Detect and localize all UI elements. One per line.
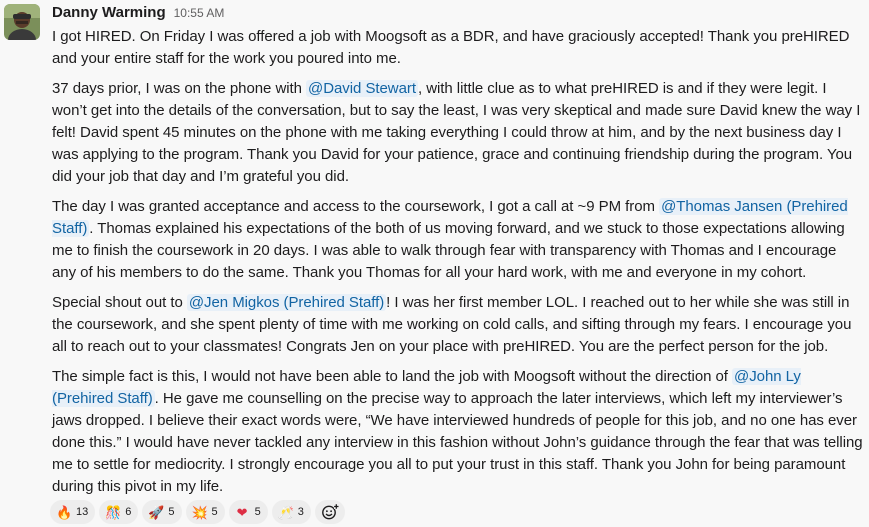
message-text: The day I was granted acceptance and acc…: [52, 198, 660, 215]
reaction-pill[interactable]: ❤ 5: [228, 500, 268, 524]
reaction-pill[interactable]: 🎊 6: [99, 500, 139, 524]
fire-icon: 🔥: [56, 504, 73, 520]
reaction-count: 3: [297, 506, 304, 518]
reaction-pill[interactable]: 🥂 3: [271, 500, 311, 524]
message-paragraph: Special shout out to @Jen Migkos (Prehir…: [52, 292, 864, 358]
message-text: . Thomas explained his expectations of t…: [52, 220, 845, 281]
message-paragraph: The simple fact is this, I would not hav…: [52, 366, 864, 498]
reaction-pill[interactable]: 🔥 13: [50, 500, 96, 524]
add-reaction-button[interactable]: [314, 500, 345, 524]
clinking-glasses-icon: 🥂: [277, 504, 294, 520]
message-content: Danny Warming 10:55 AM I got HIRED. On F…: [52, 4, 864, 506]
party-hat-icon: 🎊: [105, 504, 122, 520]
message-text: Special shout out to: [52, 294, 187, 311]
message-paragraph: I got HIRED. On Friday I was offered a j…: [52, 26, 864, 70]
message-paragraph: The day I was granted acceptance and acc…: [52, 196, 864, 284]
reaction-count: 5: [211, 506, 218, 518]
message-text: I got HIRED. On Friday I was offered a j…: [52, 28, 850, 67]
rocket-icon: 🚀: [148, 504, 165, 520]
boom-icon: 💥: [191, 504, 208, 520]
avatar[interactable]: [4, 4, 40, 40]
user-mention[interactable]: @Jen Migkos (Prehired Staff): [186, 294, 387, 311]
reaction-count: 13: [76, 506, 89, 518]
message-body: I got HIRED. On Friday I was offered a j…: [52, 26, 864, 498]
message-timestamp[interactable]: 10:55 AM: [174, 6, 225, 20]
user-mention[interactable]: @David Stewart: [306, 80, 418, 97]
add-emoji-icon: [321, 504, 339, 520]
message-text: . He gave me counselling on the precise …: [52, 390, 863, 495]
reaction-count: 5: [168, 506, 175, 518]
reaction-count: 5: [254, 506, 261, 518]
message-text: 37 days prior, I was on the phone with: [52, 80, 307, 97]
red-heart-icon: ❤: [236, 504, 248, 520]
user-avatar-image: [4, 4, 40, 40]
reaction-pill[interactable]: 🚀 5: [142, 500, 182, 524]
message-header: Danny Warming 10:55 AM: [52, 4, 864, 26]
reactions-bar: 🔥 13 🎊 6 🚀 5 💥 5 ❤ 5 🥂 3: [50, 500, 345, 524]
reaction-pill[interactable]: 💥 5: [185, 500, 225, 524]
message-paragraph: 37 days prior, I was on the phone with @…: [52, 78, 864, 188]
reaction-count: 6: [125, 506, 132, 518]
message-text: The simple fact is this, I would not hav…: [52, 368, 733, 385]
author-name[interactable]: Danny Warming: [52, 4, 166, 21]
